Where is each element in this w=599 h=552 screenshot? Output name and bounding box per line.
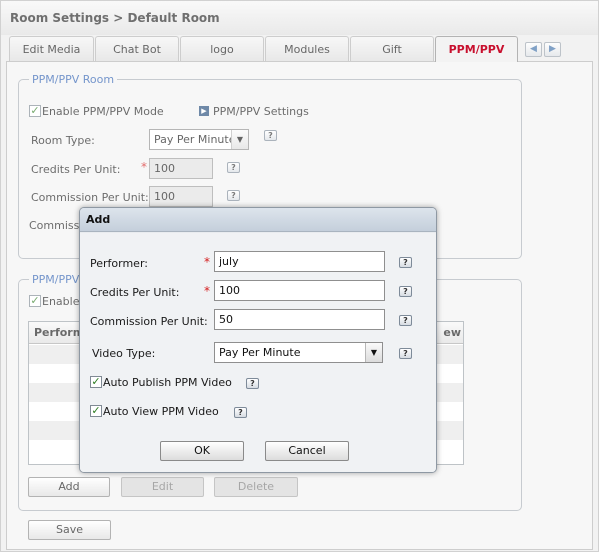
dialog-credits-label: Credits Per Unit: [90, 286, 180, 299]
dialog-commission-field[interactable]: 50 [214, 309, 385, 330]
required-marker: * [204, 284, 210, 298]
performer-field[interactable]: july [214, 251, 385, 272]
help-icon[interactable]: ? [399, 315, 412, 326]
dialog-credits-field[interactable]: 100 [214, 280, 385, 301]
video-type-select[interactable]: Pay Per Minute ▼ [214, 342, 383, 363]
auto-publish-label: Auto Publish PPM Video [103, 376, 232, 389]
video-type-value: Pay Per Minute [219, 346, 301, 359]
performer-label: Performer: [90, 257, 148, 270]
dialog-body: Performer: * july ? Credits Per Unit: * … [80, 233, 436, 472]
help-icon[interactable]: ? [399, 286, 412, 297]
dialog-title: Add [80, 208, 436, 232]
tab-ppm-ppv[interactable]: PPM/PPV [435, 36, 518, 62]
add-dialog: Add Performer: * july ? Credits Per Unit… [79, 207, 437, 473]
help-icon[interactable]: ? [246, 378, 259, 389]
cancel-button[interactable]: Cancel [265, 441, 349, 461]
chevron-down-icon: ▼ [365, 343, 382, 362]
required-marker: * [204, 255, 210, 269]
dialog-commission-label: Commission Per Unit: [90, 315, 208, 328]
auto-view-label: Auto View PPM Video [103, 405, 219, 418]
help-icon[interactable]: ? [234, 407, 247, 418]
video-type-label: Video Type: [92, 347, 156, 360]
help-icon[interactable]: ? [399, 348, 412, 359]
auto-publish-checkbox[interactable]: ✓ [90, 376, 102, 388]
ok-button[interactable]: OK [160, 441, 244, 461]
auto-view-checkbox[interactable]: ✓ [90, 405, 102, 417]
help-icon[interactable]: ? [399, 257, 412, 268]
